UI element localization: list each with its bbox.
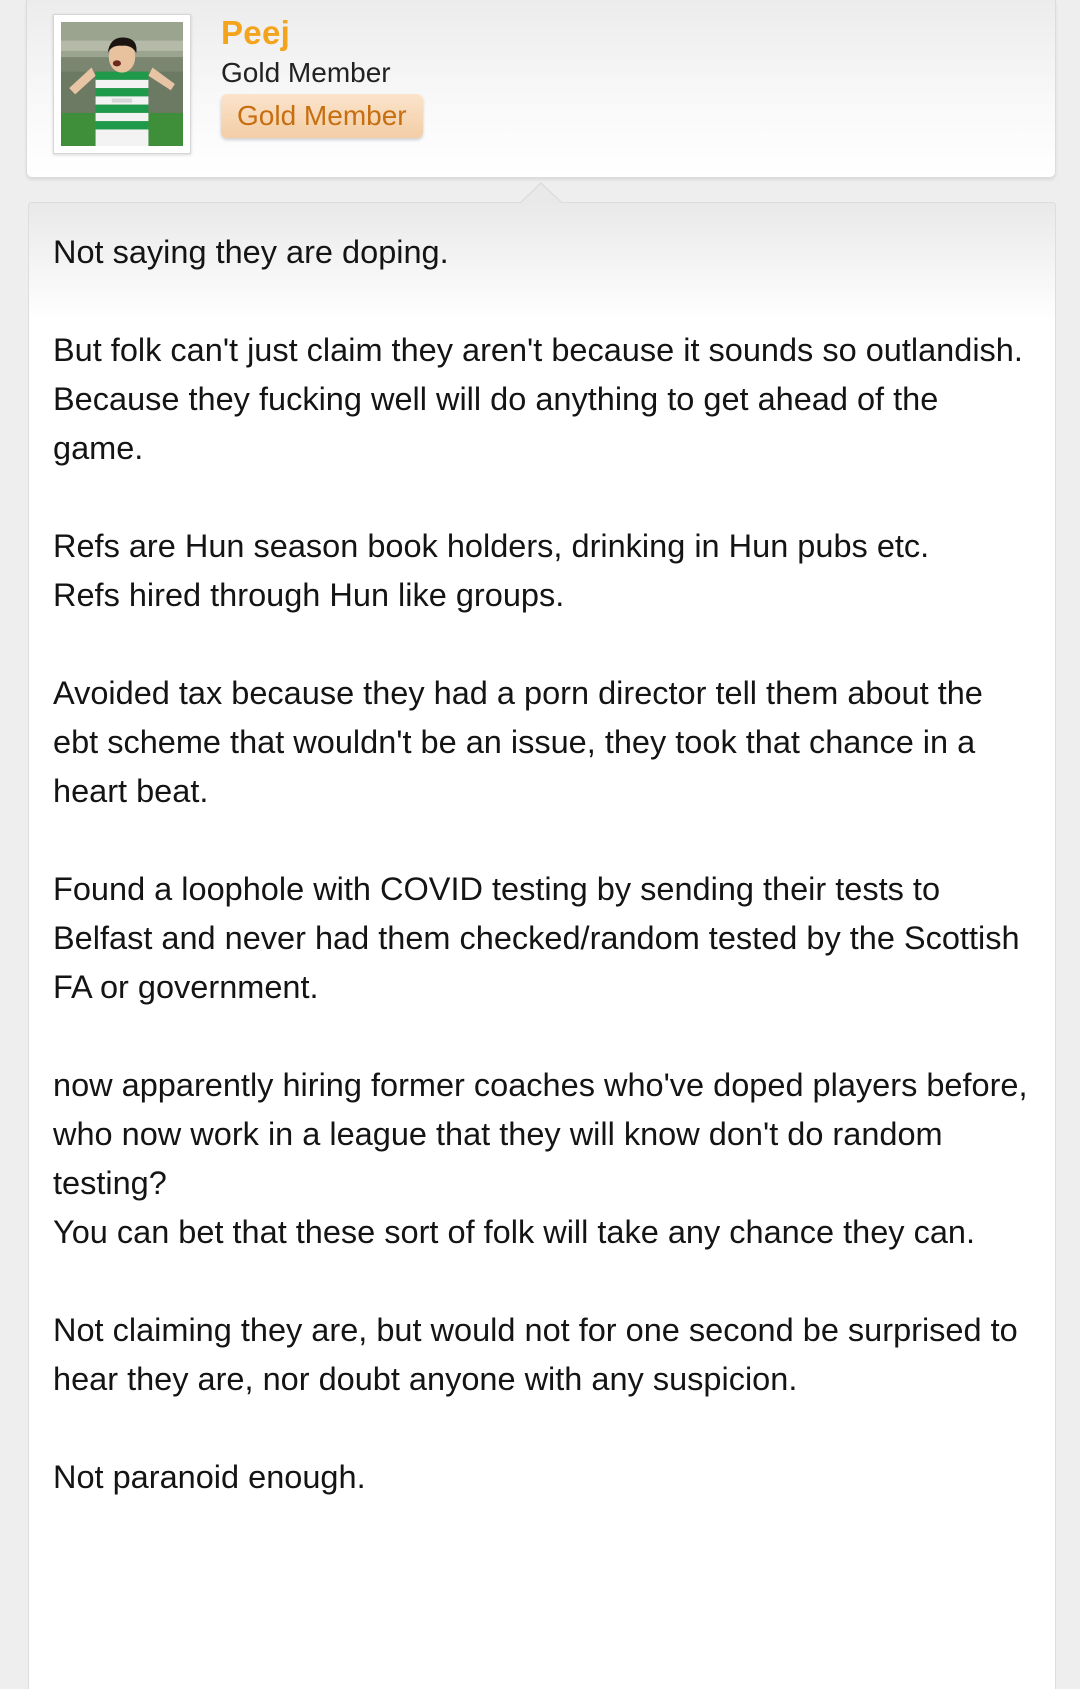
user-banner: Gold Member [221, 94, 423, 138]
avatar[interactable] [53, 14, 191, 154]
username-link[interactable]: Peej [221, 14, 290, 52]
message-pointer-inner [521, 184, 561, 203]
message-line: You can bet that these sort of folk will… [53, 1214, 975, 1250]
message-line: But folk can't just claim they aren't be… [53, 332, 1023, 368]
message-line: Not paranoid enough. [53, 1459, 366, 1495]
message-line: Not saying they are doping. [53, 234, 449, 270]
message-line: Because they fucking well will do anythi… [53, 381, 939, 466]
post-author-card: Peej Gold Member Gold Member [26, 0, 1056, 178]
user-title: Gold Member [221, 57, 391, 88]
message-line: now apparently hiring former coaches who… [53, 1067, 1028, 1201]
message-line: Found a loophole with COVID testing by s… [53, 871, 1020, 1005]
forum-page: Peej Gold Member Gold Member Not saying … [0, 0, 1080, 1689]
message-text: Not saying they are doping. But folk can'… [53, 228, 1033, 1502]
message-line: Avoided tax because they had a porn dire… [53, 675, 983, 809]
avatar-photo-icon [61, 22, 183, 146]
message-line: Not claiming they are, but would not for… [53, 1312, 1018, 1397]
message-line: Refs hired through Hun like groups. [53, 577, 565, 613]
message-line: Refs are Hun season book holders, drinki… [53, 528, 930, 564]
